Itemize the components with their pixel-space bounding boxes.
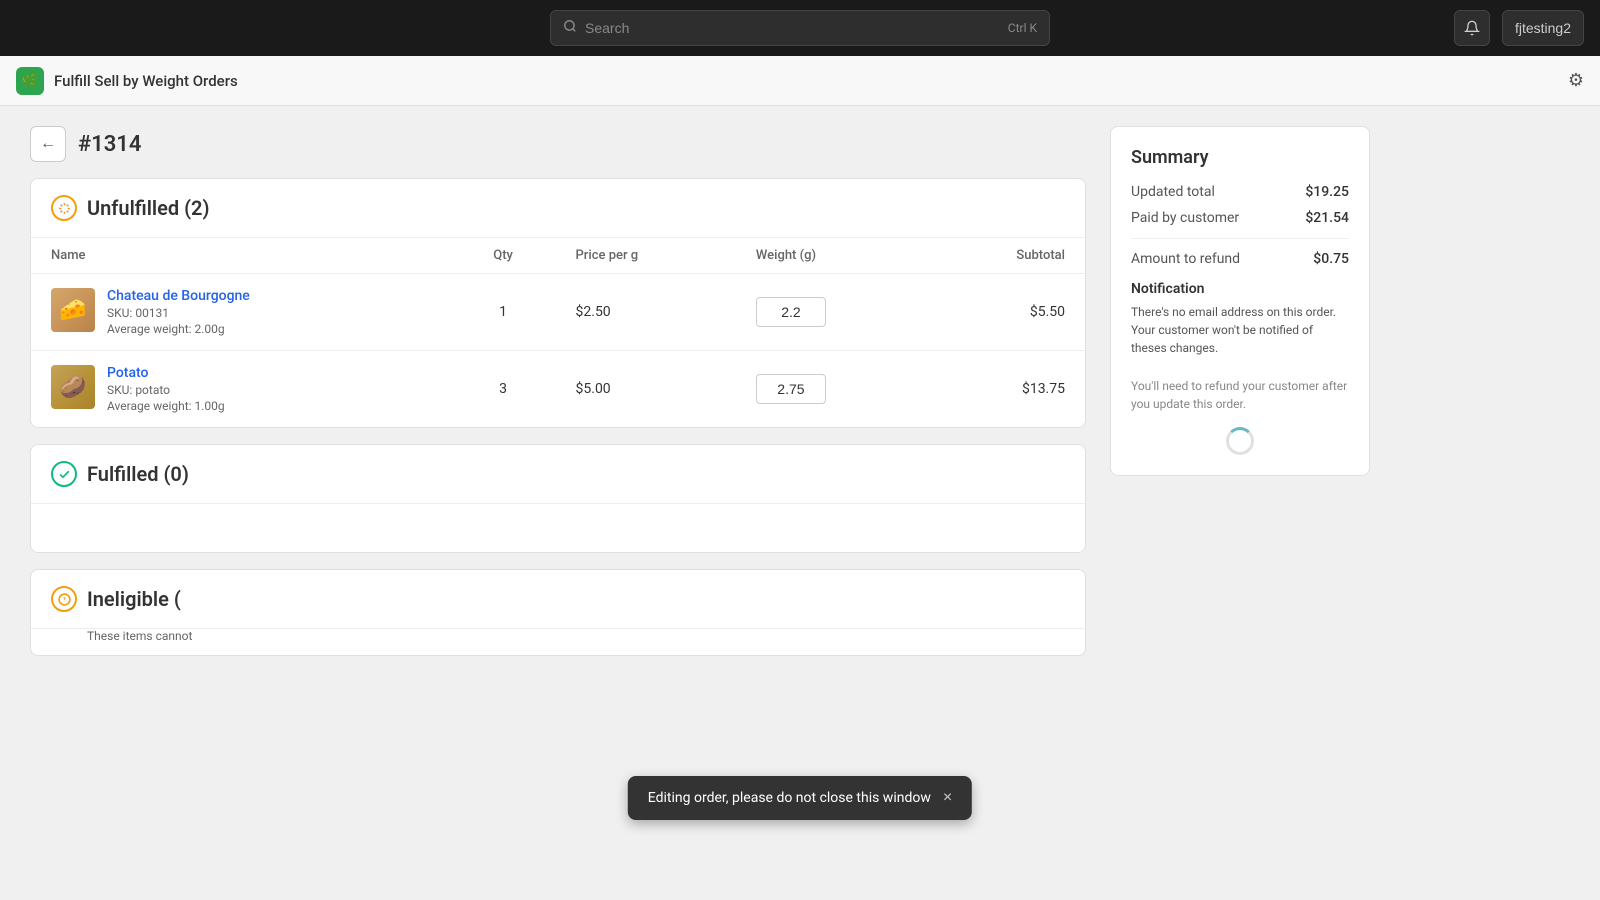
fulfilled-title: Fulfilled (0) (87, 462, 189, 486)
settings-icon[interactable]: ⚙ (1568, 70, 1584, 91)
product-name-1[interactable]: Potato (107, 365, 148, 381)
subtotal-cell-0: $5.50 (929, 274, 1085, 351)
col-price: Price per g (556, 238, 736, 274)
search-shortcut-hint: Ctrl K (1008, 21, 1037, 35)
product-cell-1: 🥔 Potato SKU: potato Average weight: 1.0… (31, 351, 451, 428)
product-info-0: Chateau de Bourgogne SKU: 00131 Average … (107, 288, 250, 336)
spinner (1226, 427, 1254, 455)
app-icon: 🌿 (16, 67, 44, 95)
topbar: Ctrl K fjtesting2 (0, 0, 1600, 56)
summary-title: Summary (1131, 147, 1349, 168)
unfulfilled-table: Name Qty Price per g Weight (g) Subtotal… (31, 238, 1085, 427)
product-sku-0: SKU: 00131 (107, 306, 250, 320)
search-input[interactable] (585, 20, 1000, 36)
ineligible-icon (51, 586, 77, 612)
product-image-1: 🥔 (51, 365, 95, 409)
qty-cell-0: 1 (451, 274, 556, 351)
ineligible-subtitle: These items cannot (31, 629, 1085, 655)
col-subtotal: Subtotal (929, 238, 1085, 274)
summary-row-updated-total: Updated total $19.25 (1131, 184, 1349, 200)
summary-card: Summary Updated total $19.25 Paid by cus… (1110, 126, 1370, 476)
unfulfilled-section: Unfulfilled (2) Name Qty Price per g Wei… (30, 178, 1086, 428)
product-avg-weight-0: Average weight: 2.00g (107, 322, 250, 336)
price-cell-1: $5.00 (556, 351, 736, 428)
fulfilled-section: Fulfilled (0) (30, 444, 1086, 553)
product-cell-0: 🧀 Chateau de Bourgogne SKU: 00131 Averag… (31, 274, 451, 351)
product-sku-1: SKU: potato (107, 383, 225, 397)
product-image-0: 🧀 (51, 288, 95, 332)
weight-cell-0 (736, 274, 929, 351)
subtotal-cell-1: $13.75 (929, 351, 1085, 428)
search-bar[interactable]: Ctrl K (550, 10, 1050, 46)
notification-title: Notification (1131, 281, 1349, 297)
fulfilled-icon (51, 461, 77, 487)
table-row: 🧀 Chateau de Bourgogne SKU: 00131 Averag… (31, 274, 1085, 351)
weight-input-1[interactable] (756, 374, 826, 404)
app-title: Fulfill Sell by Weight Orders (54, 72, 238, 90)
ineligible-title: Ineligible ( (87, 587, 181, 611)
ineligible-section: Ineligible ( These items cannot (30, 569, 1086, 656)
loading-spinner (1131, 427, 1349, 455)
user-label: fjtesting2 (1515, 20, 1571, 36)
refund-value: $0.75 (1313, 251, 1349, 267)
table-row: 🥔 Potato SKU: potato Average weight: 1.0… (31, 351, 1085, 428)
unfulfilled-icon (51, 195, 77, 221)
summary-panel: Summary Updated total $19.25 Paid by cus… (1110, 126, 1370, 672)
user-menu-button[interactable]: fjtesting2 (1502, 10, 1584, 46)
product-name-0[interactable]: Chateau de Bourgogne (107, 288, 250, 304)
refund-label: Amount to refund (1131, 251, 1240, 267)
main-content: ← #1314 Unfulfilled (2) Name Qty (0, 106, 1400, 692)
back-button[interactable]: ← (30, 126, 66, 162)
notification-section: Notification There's no email address on… (1131, 281, 1349, 357)
notification-text: There's no email address on this order. … (1131, 303, 1349, 357)
product-info-1: Potato SKU: potato Average weight: 1.00g (107, 365, 225, 413)
price-cell-0: $2.50 (556, 274, 736, 351)
col-name: Name (31, 238, 451, 274)
summary-row-refund: Amount to refund $0.75 (1131, 251, 1349, 267)
updated-total-value: $19.25 (1305, 184, 1349, 200)
refund-note: You'll need to refund your customer afte… (1131, 377, 1349, 413)
app-titlebar: 🌿 Fulfill Sell by Weight Orders ⚙ (0, 56, 1600, 106)
summary-row-paid: Paid by customer $21.54 (1131, 210, 1349, 226)
order-header: ← #1314 (30, 126, 1086, 162)
notifications-button[interactable] (1454, 10, 1490, 46)
product-avg-weight-1: Average weight: 1.00g (107, 399, 225, 413)
toast-notification: Editing order, please do not close this … (628, 776, 972, 820)
order-number: #1314 (78, 132, 141, 157)
search-icon (563, 19, 577, 37)
col-weight: Weight (g) (736, 238, 929, 274)
paid-label: Paid by customer (1131, 210, 1239, 226)
qty-cell-1: 3 (451, 351, 556, 428)
unfulfilled-title: Unfulfilled (2) (87, 196, 210, 220)
fulfilled-header: Fulfilled (0) (31, 445, 1085, 504)
paid-value: $21.54 (1305, 210, 1349, 226)
col-qty: Qty (451, 238, 556, 274)
toast-message: Editing order, please do not close this … (648, 790, 931, 806)
unfulfilled-header: Unfulfilled (2) (31, 179, 1085, 238)
topbar-right: fjtesting2 (1454, 10, 1584, 46)
weight-input-0[interactable] (756, 297, 826, 327)
fulfilled-empty (31, 504, 1085, 552)
summary-divider (1131, 238, 1349, 239)
toast-close-button[interactable]: × (943, 790, 952, 806)
updated-total-label: Updated total (1131, 184, 1215, 200)
left-panel: ← #1314 Unfulfilled (2) Name Qty (30, 126, 1086, 672)
ineligible-header: Ineligible ( (31, 570, 1085, 629)
weight-cell-1 (736, 351, 929, 428)
